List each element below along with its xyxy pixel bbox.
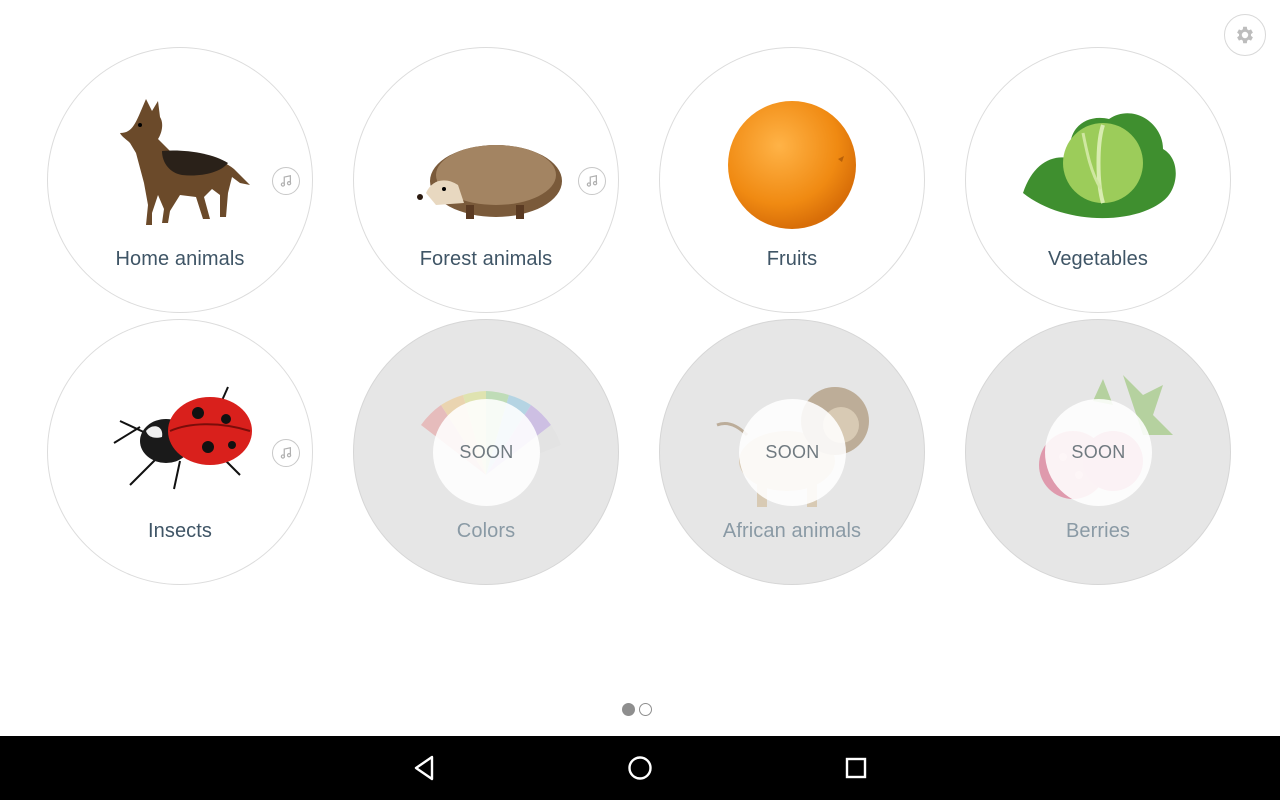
dog-image bbox=[120, 99, 250, 225]
category-fruits[interactable]: Fruits bbox=[659, 47, 925, 313]
music-note-icon bbox=[280, 174, 292, 187]
music-note-icon bbox=[280, 446, 292, 459]
cabbage-image bbox=[1023, 113, 1176, 219]
soon-badge: SOON bbox=[1045, 399, 1152, 506]
category-insects[interactable]: Insects bbox=[47, 319, 313, 585]
category-forest-animals[interactable]: Forest animals bbox=[353, 47, 619, 313]
home-button[interactable] bbox=[622, 750, 658, 786]
app-screen: Home animals Forest animals Fruits Veget… bbox=[0, 0, 1280, 736]
soon-badge: SOON bbox=[433, 399, 540, 506]
recents-icon bbox=[845, 757, 867, 779]
ladybug-image bbox=[113, 386, 252, 490]
hedgehog-image bbox=[417, 145, 562, 219]
back-icon bbox=[414, 755, 434, 781]
sound-button[interactable] bbox=[272, 439, 300, 467]
page-dot-active[interactable] bbox=[622, 703, 635, 716]
category-african-animals[interactable]: SOON African animals bbox=[659, 319, 925, 585]
category-label: Berries bbox=[1065, 520, 1131, 542]
category-label: Colors bbox=[456, 520, 516, 542]
system-navigation-bar bbox=[0, 736, 1280, 800]
gear-icon bbox=[1237, 26, 1253, 44]
category-label: Forest animals bbox=[419, 248, 553, 270]
category-label: Insects bbox=[147, 520, 213, 542]
category-colors[interactable]: SOON Colors bbox=[353, 319, 619, 585]
settings-button[interactable] bbox=[1224, 14, 1266, 56]
soon-badge: SOON bbox=[739, 399, 846, 506]
music-note-icon bbox=[586, 174, 598, 187]
category-vegetables[interactable]: Vegetables bbox=[965, 47, 1231, 313]
category-berries[interactable]: SOON Berries bbox=[965, 319, 1231, 585]
category-label: Home animals bbox=[115, 248, 245, 270]
page-indicator bbox=[622, 703, 652, 716]
category-home-animals[interactable]: Home animals bbox=[47, 47, 313, 313]
back-button[interactable] bbox=[406, 750, 442, 786]
sound-button[interactable] bbox=[578, 167, 606, 195]
page-dot[interactable] bbox=[639, 703, 652, 716]
category-label: African animals bbox=[722, 520, 862, 542]
recents-button[interactable] bbox=[838, 750, 874, 786]
orange-image bbox=[728, 101, 856, 229]
home-icon bbox=[628, 756, 652, 780]
category-label: Vegetables bbox=[1048, 248, 1148, 270]
sound-button[interactable] bbox=[272, 167, 300, 195]
category-label: Fruits bbox=[766, 248, 818, 270]
